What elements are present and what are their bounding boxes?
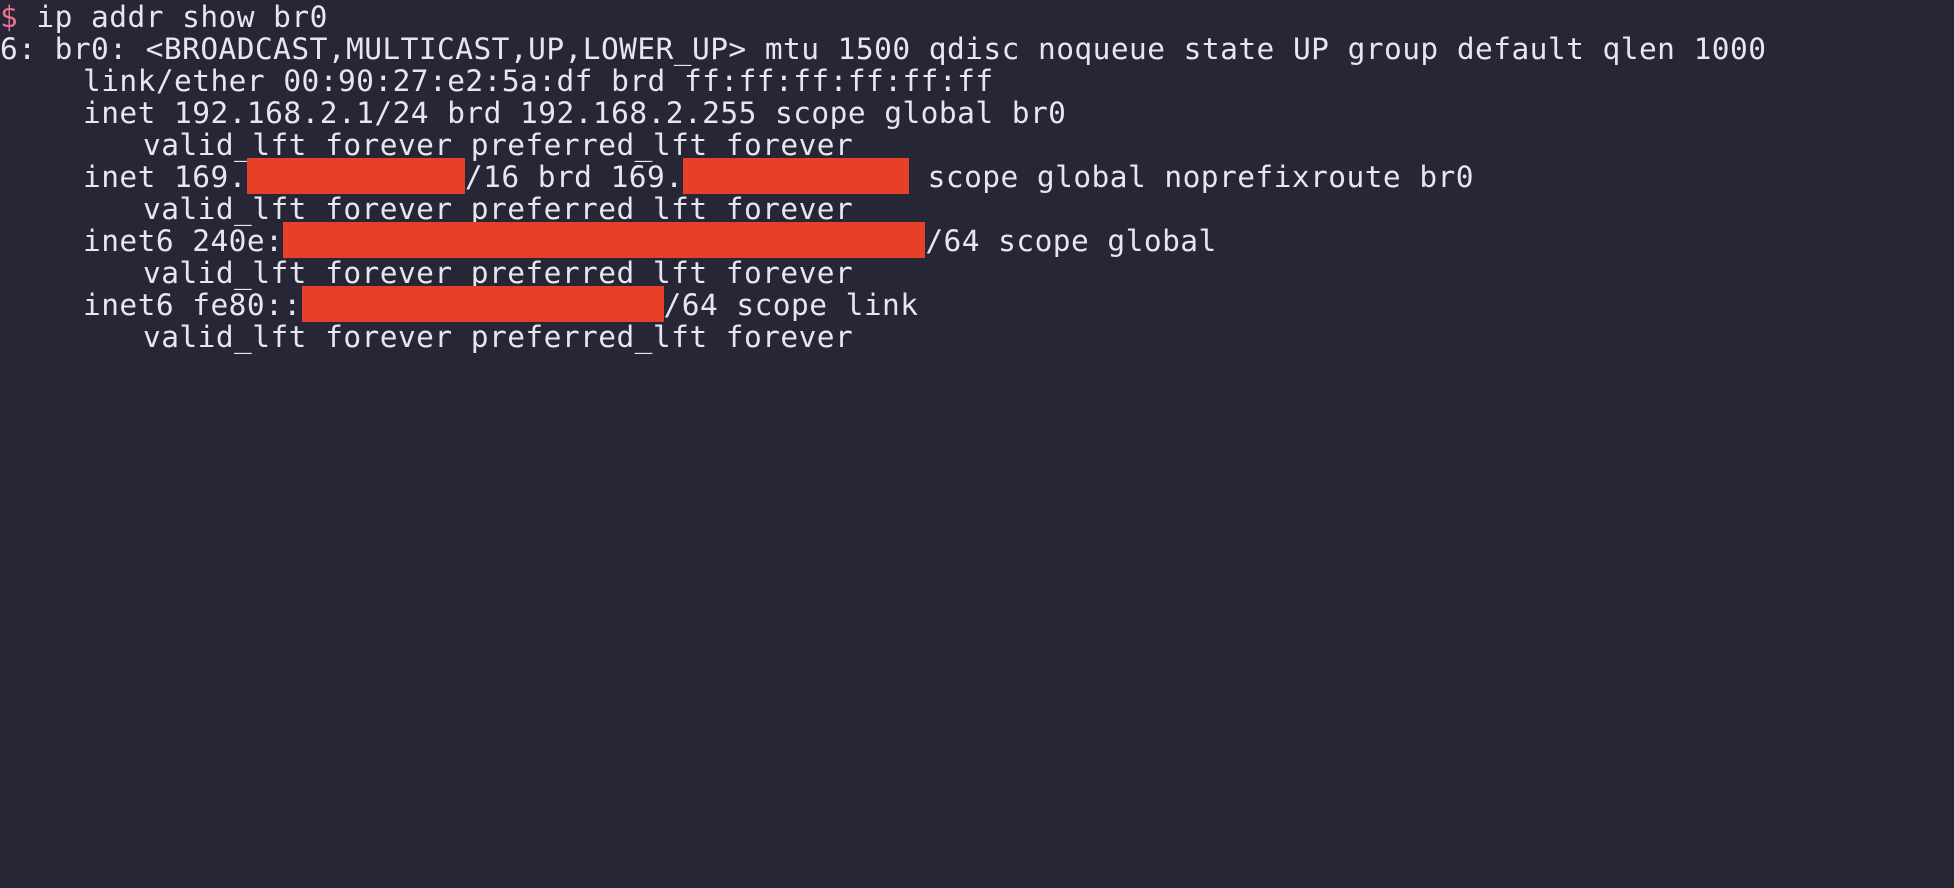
inet6-2-lft-text: valid_lft forever preferred_lft forever	[143, 320, 854, 354]
terminal-window[interactable]: $ ip addr show br0 6: br0: <BROADCAST,MU…	[0, 0, 1954, 444]
inet6-1-suffix-text: /64 scope global	[925, 224, 1217, 258]
output-line-inet6-2-lft: valid_lft forever preferred_lft forever	[0, 317, 853, 357]
inet2-suffix-text: scope global noprefixroute br0	[909, 160, 1474, 194]
